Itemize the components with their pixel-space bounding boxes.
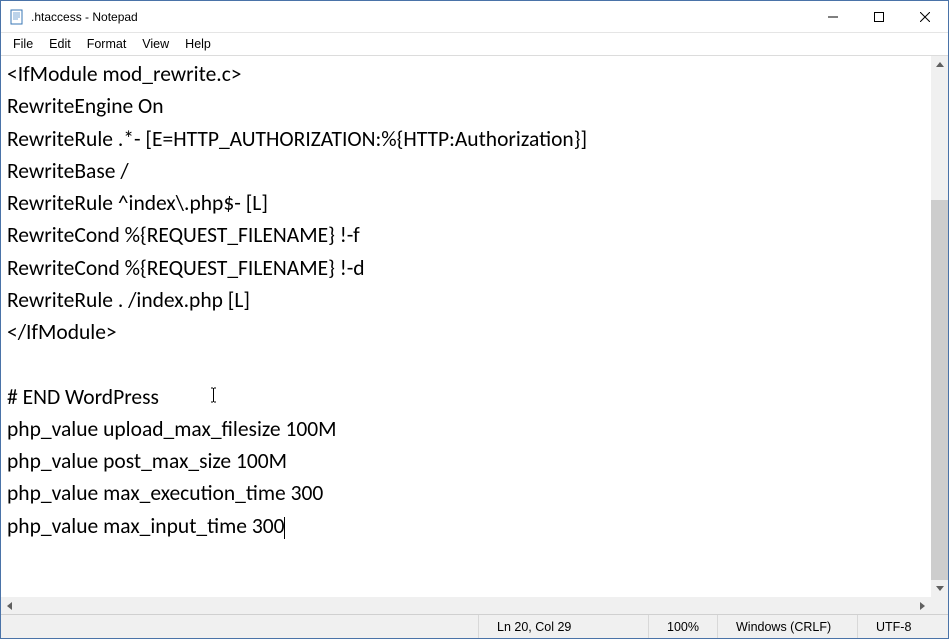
scroll-right-icon[interactable] <box>914 597 931 614</box>
menu-help[interactable]: Help <box>177 35 219 53</box>
menu-view[interactable]: View <box>134 35 177 53</box>
status-zoom: 100% <box>649 615 718 638</box>
status-encoding: UTF-8 <box>858 615 948 638</box>
text-editor[interactable]: <IfModule mod_rewrite.c> RewriteEngine O… <box>1 56 948 614</box>
scroll-thumb[interactable] <box>931 200 948 580</box>
menu-edit[interactable]: Edit <box>41 35 79 53</box>
scrollbar-corner <box>931 597 948 614</box>
close-button[interactable] <box>902 1 948 32</box>
menubar: File Edit Format View Help <box>1 33 948 55</box>
menu-format[interactable]: Format <box>79 35 135 53</box>
minimize-button[interactable] <box>810 1 856 32</box>
status-spacer <box>1 615 479 638</box>
window-controls <box>810 1 948 32</box>
scroll-down-icon[interactable] <box>931 580 948 597</box>
maximize-button[interactable] <box>856 1 902 32</box>
scroll-track[interactable] <box>931 73 948 580</box>
status-position: Ln 20, Col 29 <box>479 615 649 638</box>
horizontal-scrollbar[interactable] <box>1 597 931 614</box>
window-title: .htaccess - Notepad <box>31 10 810 24</box>
menu-file[interactable]: File <box>5 35 41 53</box>
scroll-up-icon[interactable] <box>931 56 948 73</box>
scroll-left-icon[interactable] <box>1 597 18 614</box>
status-line-ending: Windows (CRLF) <box>718 615 858 638</box>
statusbar: Ln 20, Col 29 100% Windows (CRLF) UTF-8 <box>1 614 948 638</box>
notepad-icon <box>9 9 25 25</box>
editor-area: <IfModule mod_rewrite.c> RewriteEngine O… <box>1 55 948 614</box>
vertical-scrollbar[interactable] <box>931 56 948 597</box>
titlebar: .htaccess - Notepad <box>1 1 948 33</box>
